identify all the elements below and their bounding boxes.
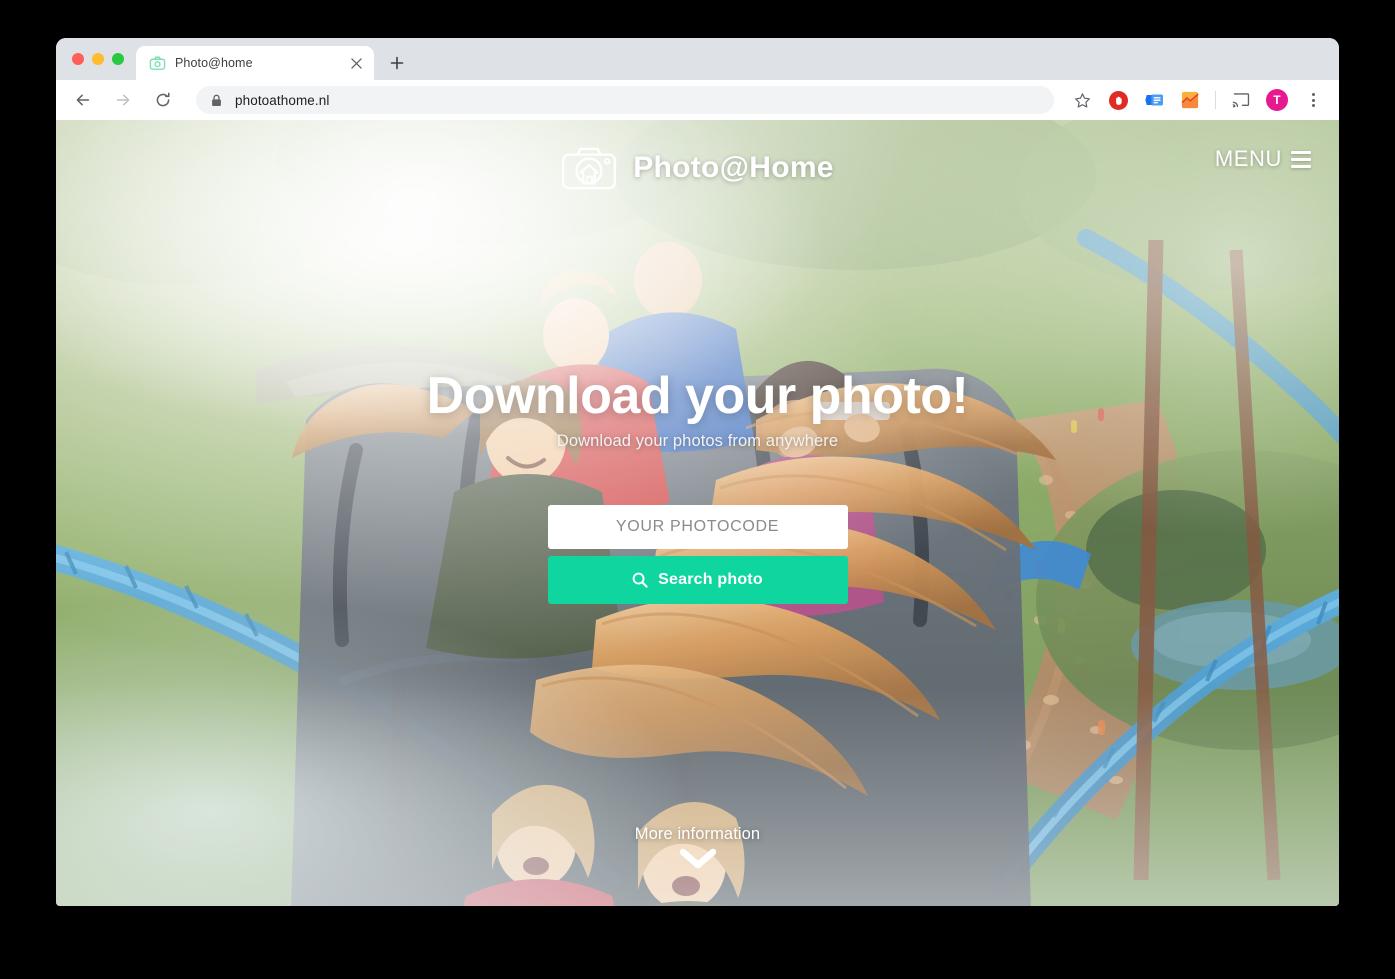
photocode-search-form: Search photo <box>547 505 848 605</box>
camera-house-logo-icon <box>562 147 617 190</box>
close-window-button[interactable] <box>72 53 84 65</box>
chevron-down-icon <box>679 848 716 869</box>
arrow-right-icon <box>116 94 130 106</box>
bookmark-star-icon[interactable] <box>1067 85 1097 115</box>
avatar-initial: T <box>1266 89 1288 111</box>
url-text: photoathome.nl <box>235 92 330 108</box>
lock-icon <box>212 94 221 106</box>
tab-title: Photo@home <box>175 56 253 70</box>
arrow-left-icon <box>76 94 90 106</box>
adblock-extension-icon[interactable] <box>1103 85 1133 115</box>
forward-button[interactable] <box>108 85 138 115</box>
close-icon[interactable] <box>347 54 365 72</box>
minimize-window-button[interactable] <box>92 53 104 65</box>
new-tab-button[interactable] <box>382 48 412 78</box>
profile-avatar[interactable]: T <box>1262 85 1292 115</box>
reload-button[interactable] <box>148 85 178 115</box>
maximize-window-button[interactable] <box>112 53 124 65</box>
more-information-label: More information <box>634 825 761 843</box>
tab-strip: Photo@home <box>56 38 1339 80</box>
menu-label: MENU <box>1214 146 1282 171</box>
more-information-link[interactable]: More information <box>56 825 1339 870</box>
search-icon <box>632 572 648 588</box>
search-photo-button[interactable]: Search photo <box>547 556 848 605</box>
hero-subtitle: Download your photos from anywhere <box>556 432 839 451</box>
card-extension-icon[interactable] <box>1139 85 1169 115</box>
site-header: Photo@Home MENU <box>56 120 1339 216</box>
photocode-input[interactable] <box>547 505 848 550</box>
camera-icon <box>149 56 166 70</box>
hero-section: Download your photo! Download your photo… <box>56 367 1339 605</box>
window-controls <box>66 38 136 80</box>
kebab-menu-icon[interactable] <box>1298 85 1328 115</box>
browser-window: Photo@home photoathome.nl T Photo@Home M… <box>56 38 1339 906</box>
hamburger-icon <box>1291 150 1311 168</box>
browser-tab[interactable]: Photo@home <box>136 46 374 80</box>
toolbar-icons: T <box>1064 85 1331 115</box>
page-title: Download your photo! <box>426 367 969 425</box>
toolbar-divider <box>1215 91 1216 109</box>
address-bar[interactable]: photoathome.nl <box>196 86 1054 114</box>
search-button-label: Search photo <box>658 571 763 589</box>
back-button[interactable] <box>68 85 98 115</box>
page-viewport: Photo@Home MENU Download your photo! Dow… <box>56 120 1339 906</box>
plus-icon <box>390 56 404 70</box>
reload-icon <box>156 92 170 107</box>
browser-toolbar: photoathome.nl T <box>56 80 1339 120</box>
cast-icon[interactable] <box>1226 85 1256 115</box>
menu-button[interactable]: MENU <box>1215 146 1311 172</box>
brand-name: Photo@Home <box>633 151 834 184</box>
brand-logo[interactable]: Photo@Home <box>561 146 834 190</box>
chart-extension-icon[interactable] <box>1175 85 1205 115</box>
